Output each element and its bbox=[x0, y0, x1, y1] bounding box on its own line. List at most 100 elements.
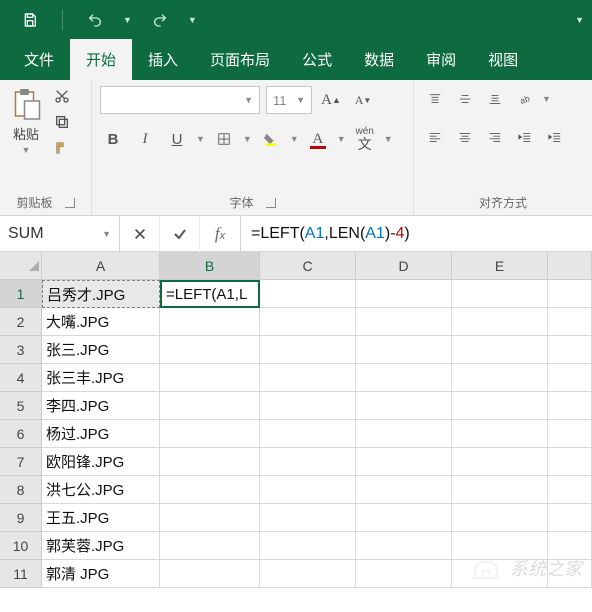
cell[interactable] bbox=[452, 532, 548, 560]
increase-indent-button[interactable] bbox=[542, 124, 568, 150]
row-header[interactable]: 1 bbox=[0, 280, 42, 308]
cell[interactable]: 李四.JPG bbox=[42, 392, 160, 420]
cell[interactable] bbox=[452, 476, 548, 504]
cell[interactable] bbox=[452, 560, 548, 588]
name-box[interactable]: SUM ▼ bbox=[0, 216, 120, 251]
column-header[interactable]: A bbox=[42, 252, 160, 280]
column-header[interactable]: B bbox=[160, 252, 260, 280]
cell[interactable] bbox=[452, 448, 548, 476]
tab-view[interactable]: 视图 bbox=[472, 39, 534, 80]
cell[interactable] bbox=[452, 420, 548, 448]
align-bottom-button[interactable] bbox=[482, 86, 508, 112]
cell[interactable] bbox=[160, 448, 260, 476]
tab-review[interactable]: 审阅 bbox=[410, 39, 472, 80]
cell[interactable] bbox=[260, 532, 356, 560]
cell[interactable] bbox=[160, 308, 260, 336]
cell[interactable] bbox=[452, 280, 548, 308]
cell[interactable]: 王五.JPG bbox=[42, 504, 160, 532]
copy-button[interactable] bbox=[52, 112, 72, 132]
save-button[interactable] bbox=[16, 6, 44, 34]
underline-button[interactable]: U bbox=[164, 126, 190, 152]
select-all-corner[interactable] bbox=[0, 252, 42, 280]
cell[interactable] bbox=[260, 560, 356, 588]
redo-dropdown-icon[interactable]: ▼ bbox=[188, 15, 197, 25]
cell[interactable] bbox=[260, 364, 356, 392]
cell[interactable] bbox=[548, 560, 592, 588]
cell[interactable] bbox=[160, 560, 260, 588]
undo-button[interactable] bbox=[81, 6, 109, 34]
phonetic-dropdown-icon[interactable]: ▼ bbox=[384, 134, 393, 144]
row-header[interactable]: 11 bbox=[0, 560, 42, 588]
cell[interactable] bbox=[548, 476, 592, 504]
cell[interactable] bbox=[452, 392, 548, 420]
cell[interactable] bbox=[260, 280, 356, 308]
cell[interactable] bbox=[260, 504, 356, 532]
cell[interactable] bbox=[548, 420, 592, 448]
font-color-dropdown-icon[interactable]: ▼ bbox=[337, 134, 346, 144]
clipboard-launcher-icon[interactable] bbox=[65, 198, 75, 208]
cell[interactable] bbox=[548, 308, 592, 336]
cell[interactable] bbox=[356, 476, 452, 504]
align-center-button[interactable] bbox=[452, 124, 478, 150]
border-button[interactable] bbox=[211, 126, 237, 152]
cell[interactable] bbox=[548, 504, 592, 532]
cell[interactable] bbox=[356, 420, 452, 448]
undo-dropdown-icon[interactable]: ▼ bbox=[123, 15, 132, 25]
font-name-combo[interactable]: ▼ bbox=[100, 86, 260, 114]
shrink-font-button[interactable]: A▼ bbox=[350, 87, 376, 113]
cell[interactable] bbox=[160, 476, 260, 504]
tab-home[interactable]: 开始 bbox=[70, 39, 132, 80]
cell[interactable] bbox=[356, 504, 452, 532]
cell[interactable] bbox=[160, 392, 260, 420]
tab-formulas[interactable]: 公式 bbox=[286, 39, 348, 80]
cell[interactable] bbox=[356, 336, 452, 364]
row-header[interactable]: 10 bbox=[0, 532, 42, 560]
italic-button[interactable]: I bbox=[132, 126, 158, 152]
font-launcher-icon[interactable] bbox=[266, 198, 276, 208]
cell[interactable]: 大嘴.JPG bbox=[42, 308, 160, 336]
paste-dropdown-icon[interactable]: ▼ bbox=[22, 145, 31, 155]
row-header[interactable]: 3 bbox=[0, 336, 42, 364]
align-top-button[interactable] bbox=[422, 86, 448, 112]
cell[interactable] bbox=[356, 308, 452, 336]
row-header[interactable]: 7 bbox=[0, 448, 42, 476]
decrease-indent-button[interactable] bbox=[512, 124, 538, 150]
border-dropdown-icon[interactable]: ▼ bbox=[243, 134, 252, 144]
cell[interactable] bbox=[160, 364, 260, 392]
phonetic-button[interactable]: wén文 bbox=[352, 126, 378, 152]
cell[interactable] bbox=[356, 532, 452, 560]
cell[interactable] bbox=[356, 392, 452, 420]
cell[interactable]: 郭芙蓉.JPG bbox=[42, 532, 160, 560]
cell[interactable] bbox=[548, 448, 592, 476]
cell[interactable] bbox=[260, 476, 356, 504]
cell[interactable] bbox=[356, 560, 452, 588]
cell[interactable]: 郭清 JPG bbox=[42, 560, 160, 588]
cell[interactable] bbox=[160, 420, 260, 448]
cell[interactable] bbox=[548, 280, 592, 308]
column-header[interactable] bbox=[548, 252, 592, 280]
orientation-button[interactable]: ab bbox=[512, 86, 538, 112]
cell[interactable] bbox=[548, 336, 592, 364]
cell[interactable] bbox=[260, 308, 356, 336]
cell[interactable] bbox=[548, 364, 592, 392]
cell[interactable]: 张三丰.JPG bbox=[42, 364, 160, 392]
cell[interactable] bbox=[160, 336, 260, 364]
cell[interactable] bbox=[356, 280, 452, 308]
font-color-button[interactable]: A bbox=[305, 126, 331, 152]
column-header[interactable]: C bbox=[260, 252, 356, 280]
cell[interactable] bbox=[452, 504, 548, 532]
cell[interactable]: =LEFT(A1,L bbox=[160, 280, 260, 308]
cell[interactable] bbox=[160, 532, 260, 560]
cell[interactable]: 洪七公.JPG bbox=[42, 476, 160, 504]
row-header[interactable]: 4 bbox=[0, 364, 42, 392]
cell[interactable]: 欧阳锋.JPG bbox=[42, 448, 160, 476]
font-size-combo[interactable]: 11▼ bbox=[266, 86, 312, 114]
fill-dropdown-icon[interactable]: ▼ bbox=[290, 134, 299, 144]
cell[interactable] bbox=[356, 448, 452, 476]
cell[interactable] bbox=[452, 308, 548, 336]
fill-color-button[interactable] bbox=[258, 126, 284, 152]
cell[interactable] bbox=[452, 336, 548, 364]
cell[interactable] bbox=[548, 532, 592, 560]
redo-button[interactable] bbox=[146, 6, 174, 34]
cell[interactable] bbox=[260, 448, 356, 476]
